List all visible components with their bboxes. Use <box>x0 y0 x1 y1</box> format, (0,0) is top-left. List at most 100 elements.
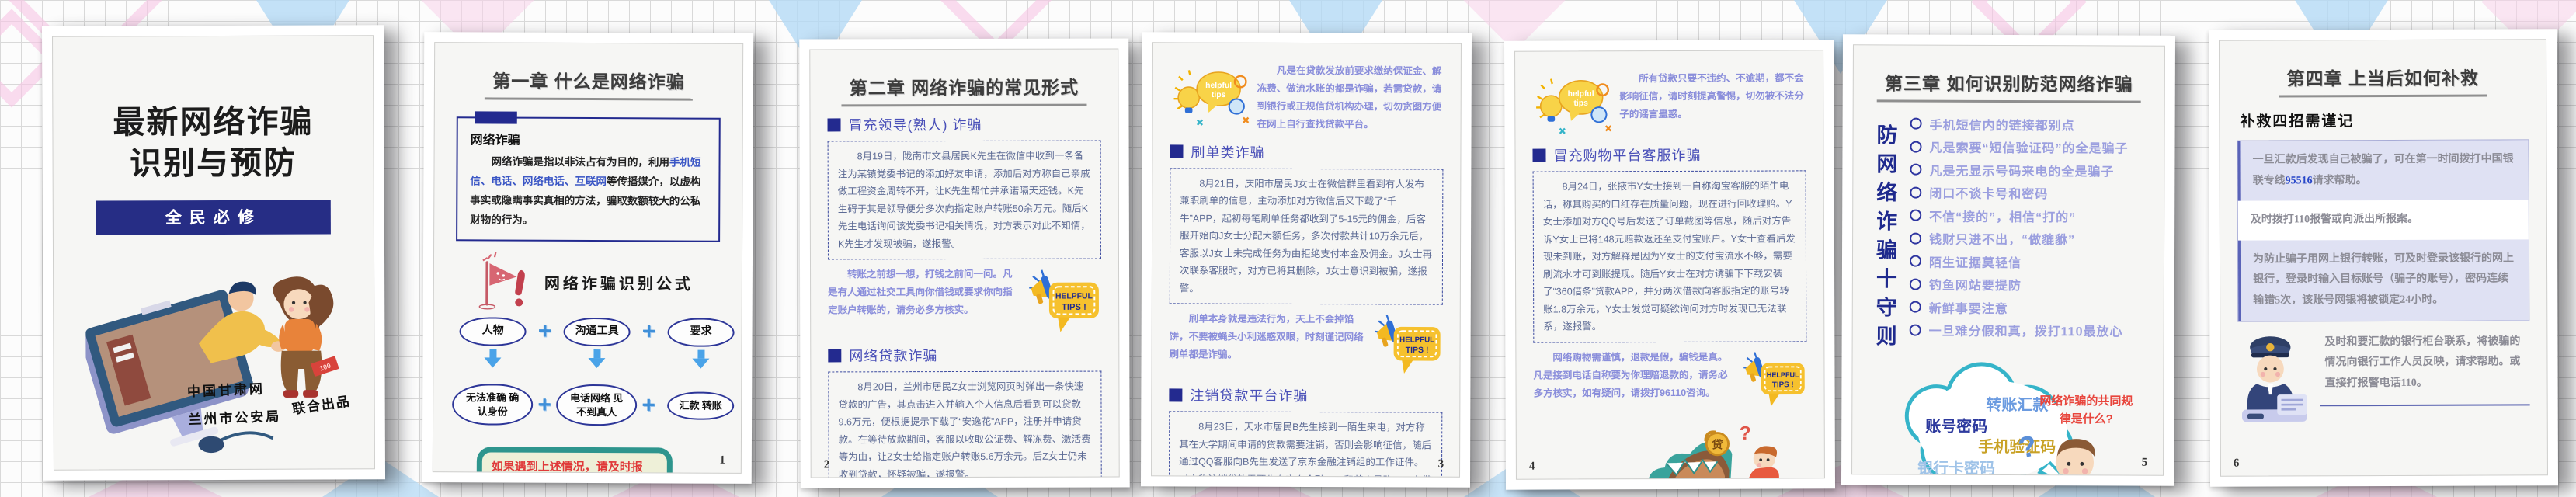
rule-item: 新鲜事要注意 <box>1910 297 2147 317</box>
rule-item: 钓鱼网站要提防 <box>1910 275 2147 294</box>
credit-suffix: 联合出品 <box>290 390 352 418</box>
section-brushing-fraud: 刷单类诈骗 <box>1170 141 1443 162</box>
page-number: 4 <box>1529 461 1535 474</box>
remedy-text: 及时和要汇款的银行柜台联系，将被骗的情况向银行工作人员反映，请求帮助。或直接打报… <box>2320 328 2529 407</box>
remedy-item: 为防止骗子用网上银行转账，可及时登录该银行的网上银行，登录时输入目标账号（骗子的… <box>2238 239 2529 321</box>
chapter3-title-row: 第三章 如何识别防范网络诈骗 <box>1871 68 2147 103</box>
helpful-tips-megaphone-icon: HELPFUL TIPS ! <box>1027 266 1101 337</box>
circle-bullet-icon <box>1910 210 1921 221</box>
page-6: 第四章 上当后如何补救 补救四招需谨记 一旦汇款后发现自己被骗了，可在第一时间拨… <box>2209 29 2558 487</box>
tip-row: helpful tips 凡是在贷款发放前要求缴纳保证金、解冻费、做流水账的都是… <box>1170 61 1444 134</box>
tip-text: 凡是在贷款发放前要求缴纳保证金、解冻费、做流水账的都是诈骗，若需贷款，请到银行或… <box>1257 62 1444 134</box>
cloud-word: 账号密码 <box>1925 417 1987 436</box>
case-box: 8月21日，庆阳市居民J女士在微信群里看到有人发布兼职刷单的信息，主动添加对方微… <box>1170 168 1444 305</box>
police-officer-illustration <box>2237 329 2312 424</box>
definition-box-tab <box>475 111 517 123</box>
formula-node: 要求 <box>668 318 735 346</box>
cloud-tree-area: 转账汇款 账号密码 手机验证码 银行卡密码 ? <box>1869 355 2147 475</box>
plus-icon: + <box>537 391 551 418</box>
section-impersonate-leader: 冒充领导(熟人) 诈骗 <box>827 114 1100 135</box>
plus-icon: + <box>642 319 656 346</box>
definition-heading: 网络诈骗 <box>471 129 707 148</box>
remedy-item: 及时拨打110报警或向派出所报案。 <box>2238 200 2529 241</box>
rule-item: 闭口不谈卡号和密码 <box>1910 183 2147 203</box>
question-mark: ? <box>1740 422 1751 443</box>
credit-org2: 兰州市公安局 <box>188 402 282 433</box>
credit-orgs: 中国甘肃网 兰州市公安局 <box>186 374 282 433</box>
case-box: 8月19日，陇南市文县居民K先生在微信中收到一条备注为某镇党委书记的添加好友申请… <box>828 141 1101 260</box>
bulb-line1: helpful <box>1568 90 1594 99</box>
tip-row: 转账之前想一想，打钱之前问一问。凡是有人通过社交工具向你借钱或要求你向指定账户转… <box>828 266 1101 338</box>
page-number: 1 <box>719 454 725 467</box>
rule-item: 一旦难分假和真，拨打110最放心 <box>1910 321 2147 340</box>
cover-banner: 全民必修 <box>96 200 331 235</box>
section-bullet <box>1170 144 1183 158</box>
section-fake-customer-service: 冒充购物平台客服诈骗 <box>1532 144 1806 165</box>
down-arrow-icon <box>484 349 501 367</box>
page-cover: 最新网络诈骗 识别与预防 全民必修 <box>42 25 385 481</box>
cloud-word: 银行卡密码 <box>1917 459 1995 476</box>
alert-flag-icon <box>475 248 530 315</box>
case-box: 8月23日，天水市居民B先生接到一陌生来电，对方称其在大学期间申请的贷款需要注销… <box>1169 411 1443 477</box>
formula-node: 电话网络 见不到真人 <box>556 384 637 426</box>
chapter3-title: 第三章 如何识别防范网络诈骗 <box>1877 68 2141 103</box>
loan-shark-area: 贷 ? <box>1534 416 1808 480</box>
section-bullet <box>1532 148 1545 162</box>
definition-pre: 网络诈骗是指以非法占有为目的，利用 <box>492 155 670 168</box>
circle-bullet-icon <box>1910 324 1921 335</box>
remedies-subtitle: 补救四招需谨记 <box>2240 109 2529 130</box>
helpful-tips-megaphone-icon: HELPFUL TIPS ! <box>1741 348 1806 410</box>
formula-result: 诈骗 <box>741 372 743 440</box>
circle-bullet-icon <box>1910 186 1921 198</box>
rule-item: 凡是无显示号码来电的全是骗子 <box>1910 160 2147 179</box>
tip-text: 所有贷款只要不违约、不逾期，都不会影响征信，请时刻提高警惕，切勿被不法分子的谣言… <box>1619 69 1806 123</box>
badge-line2: TIPS ! <box>1062 303 1086 312</box>
section-loan-fraud: 网络贷款诈骗 <box>828 345 1101 366</box>
page-2: 第二章 网络诈骗的常见形式 冒充领导(熟人) 诈骗 8月19日，陇南市文县居民K… <box>799 38 1130 488</box>
chapter2-title: 第二章 网络诈骗的常见形式 <box>842 73 1087 107</box>
chapter2-title-row: 第二章 网络诈骗的常见形式 <box>827 73 1100 107</box>
circle-bullet-icon <box>1910 141 1921 152</box>
badge-line1: HELPFUL <box>1055 292 1093 301</box>
badge-line1: HELPFUL <box>1399 335 1434 344</box>
down-arrow-icon <box>692 349 709 368</box>
plus-icon: + <box>538 318 552 345</box>
rules-vertical-label: 防网络诈骗十守则 <box>1870 123 1901 353</box>
rules-list: 手机短信内的链接都别点 凡是索要“短信验证码”的全是骗子 凡是无显示号码来电的全… <box>1910 110 2147 355</box>
loan-coin-label: 贷 <box>1712 438 1723 451</box>
common-pattern-question: 网络诈骗的共同规律是什么? <box>2035 393 2136 428</box>
page-4: helpful tips 所有贷款只要不违约、不逾期，都不会影响征信，请时刻提高… <box>1504 40 1835 489</box>
loan-shark-monster-illustration: 贷 ? <box>1621 419 1805 480</box>
fraud-formula: 人物 + 沟通工具 + 要求 无法准确 确认身份 + 电话网络 见不到真人 + … <box>452 317 723 440</box>
chapter1-title-row: 第一章 什么是网络诈骗 <box>452 66 725 101</box>
plus-icon: + <box>641 392 655 419</box>
page-5: 第三章 如何识别防范网络诈骗 防网络诈骗十守则 手机短信内的链接都别点 凡是索要… <box>1841 34 2175 485</box>
case-box: 8月20日，兰州市居民Z女士浏览网页时弹出一条快速贷款的广告，其点击进入并输入个… <box>828 371 1101 478</box>
orange-arrow-icon <box>461 473 740 474</box>
cover-title: 最新网络诈骗 识别与预防 <box>70 101 356 185</box>
case-box: 8月24日，张掖市Y女士接到一自称淘宝客服的陌生电话，称其购买的口红存在质量问题… <box>1533 170 1807 342</box>
formula-caption: 网络诈骗识别公式 <box>544 271 694 294</box>
circle-bullet-icon <box>1910 232 1921 244</box>
tip-text: 转账之前想一想，打钱之前问一问。凡是有人通过社交工具向你借钱或要求你向指定账户转… <box>828 266 1020 320</box>
helpful-tips-bulb-icon: helpful tips <box>1532 70 1613 137</box>
remedies-box: 一旦汇款后发现自己被骗了，可在第一时间拨打中国银联专线95516请求帮助。 及时… <box>2237 139 2529 321</box>
circle-bullet-icon <box>1910 118 1922 130</box>
page-number: 6 <box>2234 457 2240 471</box>
tip-row: helpful tips 所有贷款只要不违约、不逾期，都不会影响征信，请时刻提高… <box>1532 69 1806 137</box>
section-bullet <box>828 118 841 131</box>
circle-bullet-icon <box>1910 278 1921 290</box>
bulb-line1: helpful <box>1205 82 1232 90</box>
tip-row: 网络购物需谨慎，退款是假，骗钱是真。凡是接到电话自称要为你理赔退款的，请务必多方… <box>1533 348 1806 411</box>
formula-node: 沟通工具 <box>564 318 631 346</box>
definition-box: 网络诈骗 网络诈骗是指以非法占有为目的，利用手机短信、电话、网络电话、互联网等传… <box>456 116 721 242</box>
page-number: 3 <box>1438 458 1444 471</box>
rule-item: 凡是索要“短信验证码”的全是骗子 <box>1910 137 2147 157</box>
page-1: 第一章 什么是网络诈骗 网络诈骗 网络诈骗是指以非法占有为目的，利用手机短信、电… <box>422 32 754 484</box>
rule-item: 手机短信内的链接都别点 <box>1910 114 2147 134</box>
cover-title-line2: 识别与预防 <box>71 143 356 186</box>
section-bullet <box>828 349 841 362</box>
chapter4-title-row: 第四章 上当后如何补救 <box>2237 63 2529 97</box>
badge-line1: HELPFUL <box>1767 370 1799 378</box>
rule-item: 不信“接的”，相信“打的” <box>1910 206 2147 225</box>
